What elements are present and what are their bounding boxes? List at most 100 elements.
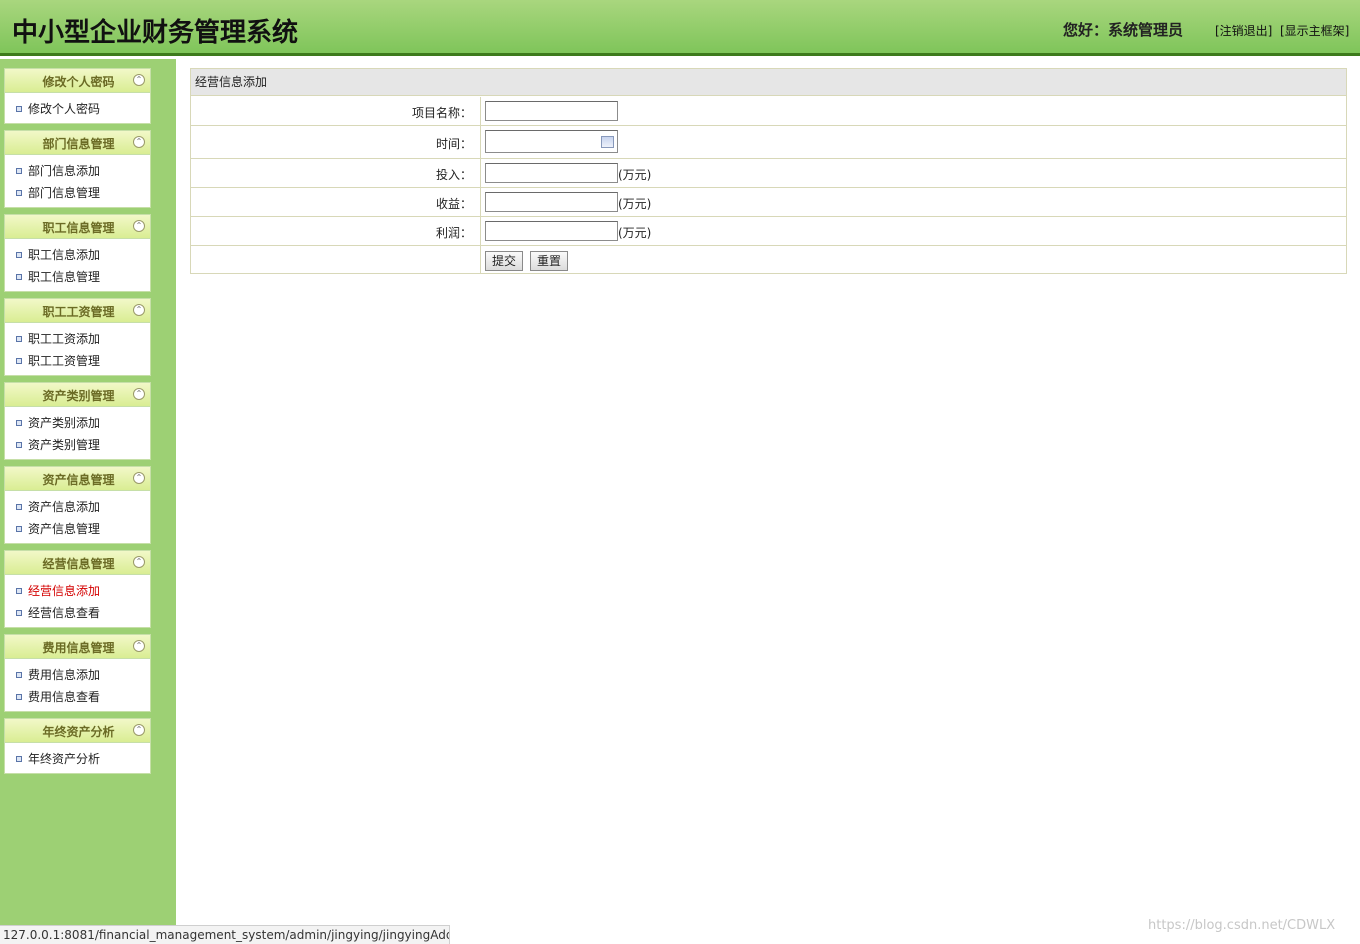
menu-item[interactable]: 职工信息管理 (5, 266, 150, 288)
menu-item[interactable]: 资产信息添加 (5, 496, 150, 518)
collapse-icon[interactable]: ⌃ (133, 304, 145, 316)
collapse-icon[interactable]: ⌃ (133, 640, 145, 652)
bullet-icon (16, 504, 22, 510)
app-title: 中小型企业财务管理系统 (12, 18, 299, 48)
browser-status-bar: 127.0.0.1:8081/financial_management_syst… (0, 925, 450, 944)
menu-group-password: 修改个人密码 ⌃ 修改个人密码 (4, 68, 151, 124)
menu-group-title: 费用信息管理 (42, 641, 115, 655)
investment-label: 投入： (435, 168, 472, 182)
menu-item-label: 费用信息添加 (28, 668, 101, 682)
menu-group-annual-analysis: 年终资产分析 ⌃ 年终资产分析 (4, 718, 151, 774)
bullet-icon (16, 168, 22, 174)
menu-group-employee: 职工信息管理 ⌃ 职工信息添加 职工信息管理 (4, 214, 151, 292)
menu-item[interactable]: 资产类别管理 (5, 434, 150, 456)
bullet-icon (16, 252, 22, 258)
income-input[interactable] (485, 192, 618, 212)
menu-group-title: 职工工资管理 (42, 305, 115, 319)
submit-button[interactable]: 提交 (485, 251, 524, 271)
menu-group-operation: 经营信息管理 ⌃ 经营信息添加 经营信息查看 (4, 550, 151, 628)
menu-group-header[interactable]: 年终资产分析 ⌃ (5, 719, 150, 743)
menu-group-header[interactable]: 费用信息管理 ⌃ (5, 635, 150, 659)
bullet-icon (16, 756, 22, 762)
bullet-icon (16, 274, 22, 280)
menu-item[interactable]: 费用信息查看 (5, 686, 150, 708)
menu-group-header[interactable]: 经营信息管理 ⌃ (5, 551, 150, 575)
menu-group-title: 资产类别管理 (42, 389, 115, 403)
income-label: 收益： (435, 197, 472, 211)
collapse-icon[interactable]: ⌃ (133, 136, 145, 148)
collapse-icon[interactable]: ⌃ (133, 472, 145, 484)
menu-item[interactable]: 费用信息添加 (5, 664, 150, 686)
menu-item[interactable]: 职工信息添加 (5, 244, 150, 266)
bullet-icon (16, 420, 22, 426)
menu-item-label: 部门信息添加 (28, 164, 101, 178)
investment-unit: (万元) (618, 168, 652, 182)
investment-input[interactable] (485, 163, 618, 183)
menu-item[interactable]: 年终资产分析 (5, 748, 150, 770)
menu-group-header[interactable]: 修改个人密码 ⌃ (5, 69, 150, 93)
reset-button[interactable]: 重置 (530, 251, 569, 271)
bullet-icon (16, 694, 22, 700)
collapse-icon[interactable]: ⌃ (133, 74, 145, 86)
menu-group-expense: 费用信息管理 ⌃ 费用信息添加 费用信息查看 (4, 634, 151, 712)
menu-group-header[interactable]: 部门信息管理 ⌃ (5, 131, 150, 155)
menu-item-label: 职工信息管理 (28, 270, 101, 284)
menu-group-title: 年终资产分析 (42, 725, 115, 739)
menu-group-header[interactable]: 职工工资管理 ⌃ (5, 299, 150, 323)
menu-group-department: 部门信息管理 ⌃ 部门信息添加 部门信息管理 (4, 130, 151, 208)
form-row-project-name: 项目名称： (191, 97, 1346, 126)
form-row-actions: 提交 重置 (191, 246, 1346, 273)
bullet-icon (16, 442, 22, 448)
menu-item-label: 职工工资管理 (28, 354, 101, 368)
bullet-icon (16, 336, 22, 342)
menu-group-salary: 职工工资管理 ⌃ 职工工资添加 职工工资管理 (4, 298, 151, 376)
menu-item-label: 经营信息查看 (28, 606, 101, 620)
profit-input[interactable] (485, 221, 618, 241)
profit-label: 利润： (435, 226, 472, 240)
menu-item-label: 费用信息查看 (28, 690, 101, 704)
menu-item[interactable]: 职工工资添加 (5, 328, 150, 350)
menu-item-label: 资产类别管理 (28, 438, 101, 452)
collapse-icon[interactable]: ⌃ (133, 556, 145, 568)
menu-item[interactable]: 部门信息管理 (5, 182, 150, 204)
show-main-frame-link[interactable]: [显示主框架] (1280, 22, 1349, 39)
menu-item-label: 修改个人密码 (28, 102, 101, 116)
menu-group-asset-category: 资产类别管理 ⌃ 资产类别添加 资产类别管理 (4, 382, 151, 460)
menu-item[interactable]: 部门信息添加 (5, 160, 150, 182)
collapse-icon[interactable]: ⌃ (133, 388, 145, 400)
menu-item-active[interactable]: 经营信息添加 (5, 580, 150, 602)
menu-group-title: 职工信息管理 (42, 221, 115, 235)
time-input[interactable] (485, 130, 618, 153)
menu-item-label: 经营信息添加 (28, 584, 101, 598)
menu-group-header[interactable]: 资产信息管理 ⌃ (5, 467, 150, 491)
menu-group-title: 修改个人密码 (42, 75, 115, 89)
menu-item[interactable]: 资产信息管理 (5, 518, 150, 540)
menu-item[interactable]: 经营信息查看 (5, 602, 150, 624)
menu-item-label: 部门信息管理 (28, 186, 101, 200)
user-greeting: 您好：系统管理员 (1063, 21, 1184, 39)
form-row-time: 时间： (191, 126, 1346, 159)
form-row-investment: 投入： (万元) (191, 159, 1346, 188)
sidebar: 修改个人密码 ⌃ 修改个人密码 部门信息管理 ⌃ 部门信息添加 部门信息管理 职… (0, 59, 176, 925)
menu-item-label: 年终资产分析 (28, 752, 101, 766)
bullet-icon (16, 526, 22, 532)
menu-group-header[interactable]: 资产类别管理 ⌃ (5, 383, 150, 407)
menu-item[interactable]: 职工工资管理 (5, 350, 150, 372)
collapse-icon[interactable]: ⌃ (133, 724, 145, 736)
menu-item[interactable]: 资产类别添加 (5, 412, 150, 434)
menu-item-label: 资产信息管理 (28, 522, 101, 536)
menu-group-header[interactable]: 职工信息管理 ⌃ (5, 215, 150, 239)
bullet-icon (16, 588, 22, 594)
menu-group-title: 经营信息管理 (42, 557, 115, 571)
calendar-icon[interactable] (601, 136, 614, 148)
project-name-label: 项目名称： (411, 106, 472, 120)
operation-add-form: 经营信息添加 项目名称： 时间： 投入： (万元) 收益： (万元) 利润： (… (190, 68, 1347, 274)
app-header: 中小型企业财务管理系统 您好：系统管理员 [注销退出] [显示主框架] (0, 0, 1360, 56)
bullet-icon (16, 106, 22, 112)
menu-item-label: 职工工资添加 (28, 332, 101, 346)
logout-link[interactable]: [注销退出] (1215, 22, 1272, 39)
menu-item[interactable]: 修改个人密码 (5, 98, 150, 120)
project-name-input[interactable] (485, 101, 618, 121)
collapse-icon[interactable]: ⌃ (133, 220, 145, 232)
menu-group-title: 资产信息管理 (42, 473, 115, 487)
